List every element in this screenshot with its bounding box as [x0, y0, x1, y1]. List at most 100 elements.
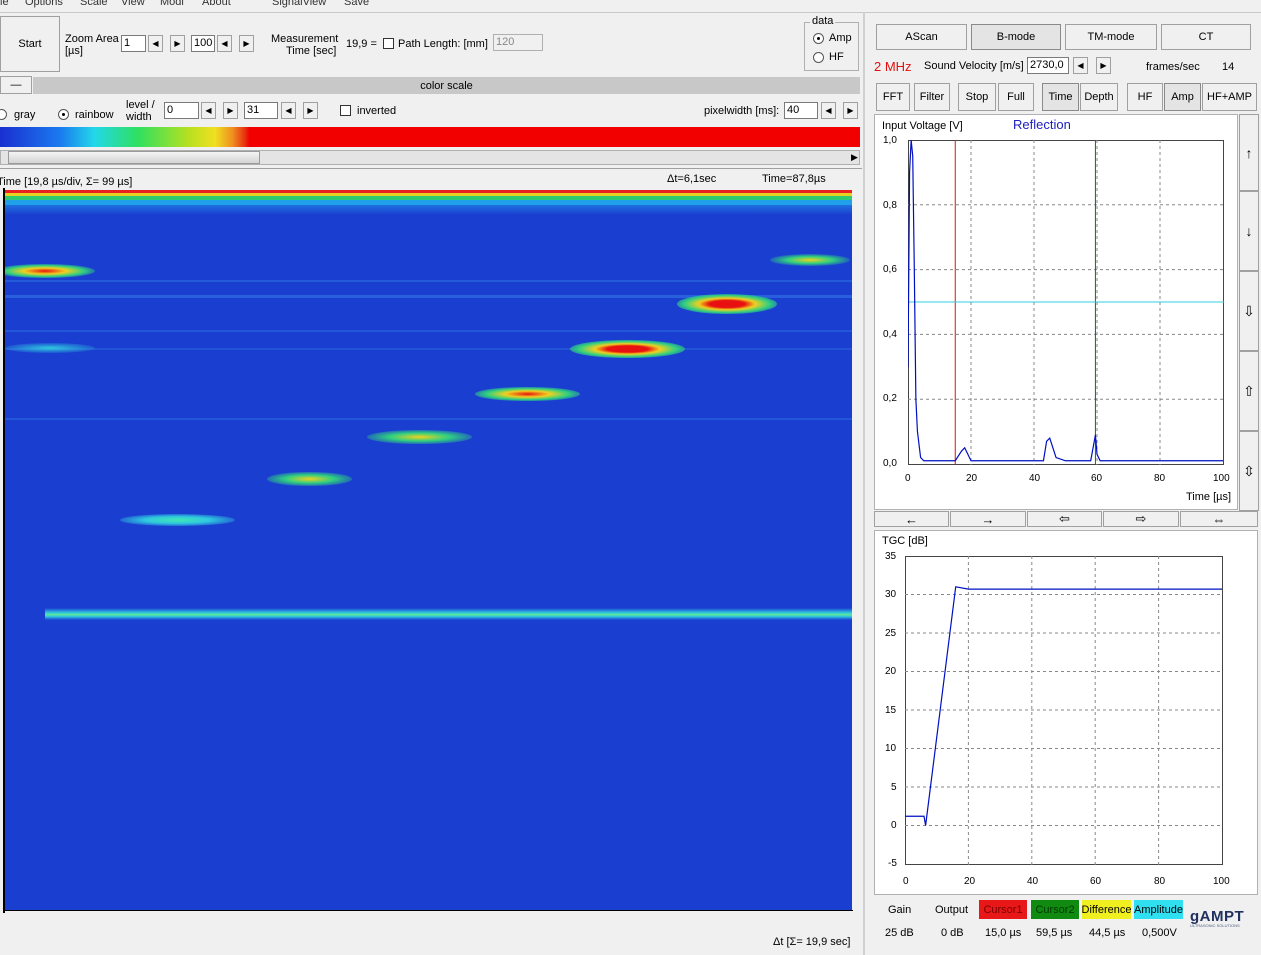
collapse-button[interactable]: —: [0, 76, 32, 94]
cursor1-label: Cursor1: [983, 903, 1023, 916]
pixelwidth-right-arrow[interactable]: ▶: [843, 102, 858, 119]
sound-velocity-label: Sound Velocity [m/s]: [924, 60, 1024, 72]
side-down-arrow[interactable]: ↓: [1239, 191, 1259, 271]
zoom-from-left-arrow[interactable]: ◀: [148, 35, 163, 52]
filter-button[interactable]: Filter: [914, 83, 950, 111]
output-value: 0 dB: [941, 927, 964, 939]
tgc-plot[interactable]: [905, 556, 1223, 865]
nav-right-arrow[interactable]: →: [950, 511, 1026, 527]
scroll-right-arrow[interactable]: ▶: [849, 151, 860, 164]
side-up-arrow[interactable]: ↑: [1239, 114, 1259, 191]
sound-velocity-right-arrow[interactable]: ▶: [1096, 57, 1111, 74]
menu-view[interactable]: View: [121, 0, 145, 8]
output-label: Output: [935, 904, 969, 916]
width-right-arrow[interactable]: ▶: [303, 102, 318, 119]
tab-ascan[interactable]: AScan: [876, 24, 967, 50]
zoom-area-label: Zoom Area: [65, 33, 119, 45]
tgc-xtick: 60: [1090, 876, 1102, 887]
width-left-arrow[interactable]: ◀: [281, 102, 296, 119]
level-input[interactable]: 0: [164, 102, 199, 119]
tgc-xtick: 20: [964, 876, 976, 887]
ascan-xtick: 0: [905, 473, 911, 484]
reflector-echo: [570, 340, 685, 358]
measurement-unit: Time [sec]: [286, 45, 337, 57]
zoom-to-input[interactable]: 100: [191, 35, 215, 52]
menu-divider: [0, 12, 1261, 13]
data-group: [804, 22, 859, 71]
nav-shrink-right-arrow[interactable]: ⇨: [1103, 511, 1179, 527]
sound-velocity-left-arrow[interactable]: ◀: [1073, 57, 1088, 74]
zoom-from-input[interactable]: 1: [121, 35, 146, 52]
tab-ct[interactable]: CT: [1161, 24, 1251, 50]
menu-modi[interactable]: Modi: [160, 0, 184, 8]
start-button[interactable]: Start: [0, 16, 60, 72]
reflector-echo: [770, 254, 850, 266]
reflector-echo: [367, 430, 472, 444]
cursor1-badge: Cursor1: [979, 900, 1027, 919]
nav-left-arrow[interactable]: ←: [874, 511, 949, 527]
level-right-arrow[interactable]: ▶: [223, 102, 238, 119]
path-length-checkbox[interactable]: [383, 38, 394, 49]
pixelwidth-left-arrow[interactable]: ◀: [821, 102, 836, 119]
ascan-ytick: 0,8: [883, 200, 897, 211]
menu-bar: le Options Scale View Modi About SignalV…: [0, 0, 1261, 12]
menu-save[interactable]: Save: [344, 0, 369, 8]
hf-amp-button[interactable]: HF+AMP: [1202, 83, 1257, 111]
data-group-label: data: [810, 15, 836, 27]
tgc-ytick: 30: [885, 589, 897, 600]
back-wall-echo: [45, 608, 852, 620]
color-scrollbar-thumb[interactable]: [8, 151, 260, 164]
width-input[interactable]: 31: [244, 102, 278, 119]
tab-bmode[interactable]: B-mode: [971, 24, 1061, 50]
ascan-plot[interactable]: [908, 140, 1224, 465]
hf-button[interactable]: HF: [1127, 83, 1163, 111]
ascan-xtick: 60: [1091, 473, 1103, 484]
path-length-input[interactable]: 120: [493, 34, 543, 51]
pixelwidth-input[interactable]: 40: [784, 102, 818, 119]
tgc-ytick: 35: [885, 551, 897, 562]
amplitude-value: 0,500V: [1142, 927, 1177, 939]
bmode-top-band-fade: [5, 205, 852, 215]
sound-velocity-input[interactable]: 2730,0: [1027, 57, 1069, 74]
nav-expand-arrow[interactable]: ⇔: [1180, 511, 1258, 527]
color-bar: [0, 127, 860, 147]
tab-tmmode[interactable]: TM-mode: [1065, 24, 1157, 50]
side-shrink-arrow[interactable]: ⇩: [1239, 271, 1259, 351]
tgc-xtick: 0: [903, 876, 909, 887]
bmode-time-value: Time=87,8µs: [762, 173, 826, 185]
nav-shrink-left-arrow[interactable]: ⇦: [1027, 511, 1102, 527]
panel-splitter[interactable]: [863, 12, 865, 955]
full-button[interactable]: Full: [998, 83, 1034, 111]
depth-button[interactable]: Depth: [1080, 83, 1118, 111]
zoom-to-left-arrow[interactable]: ◀: [217, 35, 232, 52]
menu-options[interactable]: Options: [25, 0, 63, 8]
fft-button[interactable]: FFT: [876, 83, 910, 111]
data-hf-radio[interactable]: [813, 52, 824, 63]
level-left-arrow[interactable]: ◀: [201, 102, 216, 119]
menu-signalview[interactable]: SignalView: [272, 0, 326, 8]
width-label: width: [126, 111, 152, 123]
data-amp-radio[interactable]: [813, 33, 824, 44]
bmode-image[interactable]: [5, 190, 852, 910]
amp-button[interactable]: Amp: [1164, 83, 1201, 111]
menu-scale[interactable]: Scale: [80, 0, 108, 8]
side-expand-arrow[interactable]: ⇳: [1239, 431, 1259, 511]
inverted-label: inverted: [357, 105, 397, 117]
menu-about[interactable]: About: [202, 0, 231, 8]
gray-label: gray: [14, 109, 36, 121]
ascan-ytick: 0,4: [883, 329, 897, 340]
gray-radio[interactable]: [0, 109, 7, 120]
side-grow-arrow[interactable]: ⇧: [1239, 351, 1259, 431]
ascan-ytick: 0,0: [883, 458, 897, 469]
ascan-xtick: 40: [1029, 473, 1041, 484]
time-button[interactable]: Time: [1042, 83, 1079, 111]
inverted-checkbox[interactable]: [340, 105, 351, 116]
tgc-ytick: -5: [888, 858, 897, 869]
zoom-to-right-arrow[interactable]: ▶: [239, 35, 254, 52]
zoom-from-right-arrow[interactable]: ▶: [170, 35, 185, 52]
ascan-xtick: 80: [1154, 473, 1166, 484]
stop-button[interactable]: Stop: [958, 83, 996, 111]
rainbow-radio[interactable]: [58, 109, 69, 120]
menu-file[interactable]: le: [0, 0, 9, 8]
pixelwidth-label: pixelwidth [ms]:: [704, 105, 780, 117]
